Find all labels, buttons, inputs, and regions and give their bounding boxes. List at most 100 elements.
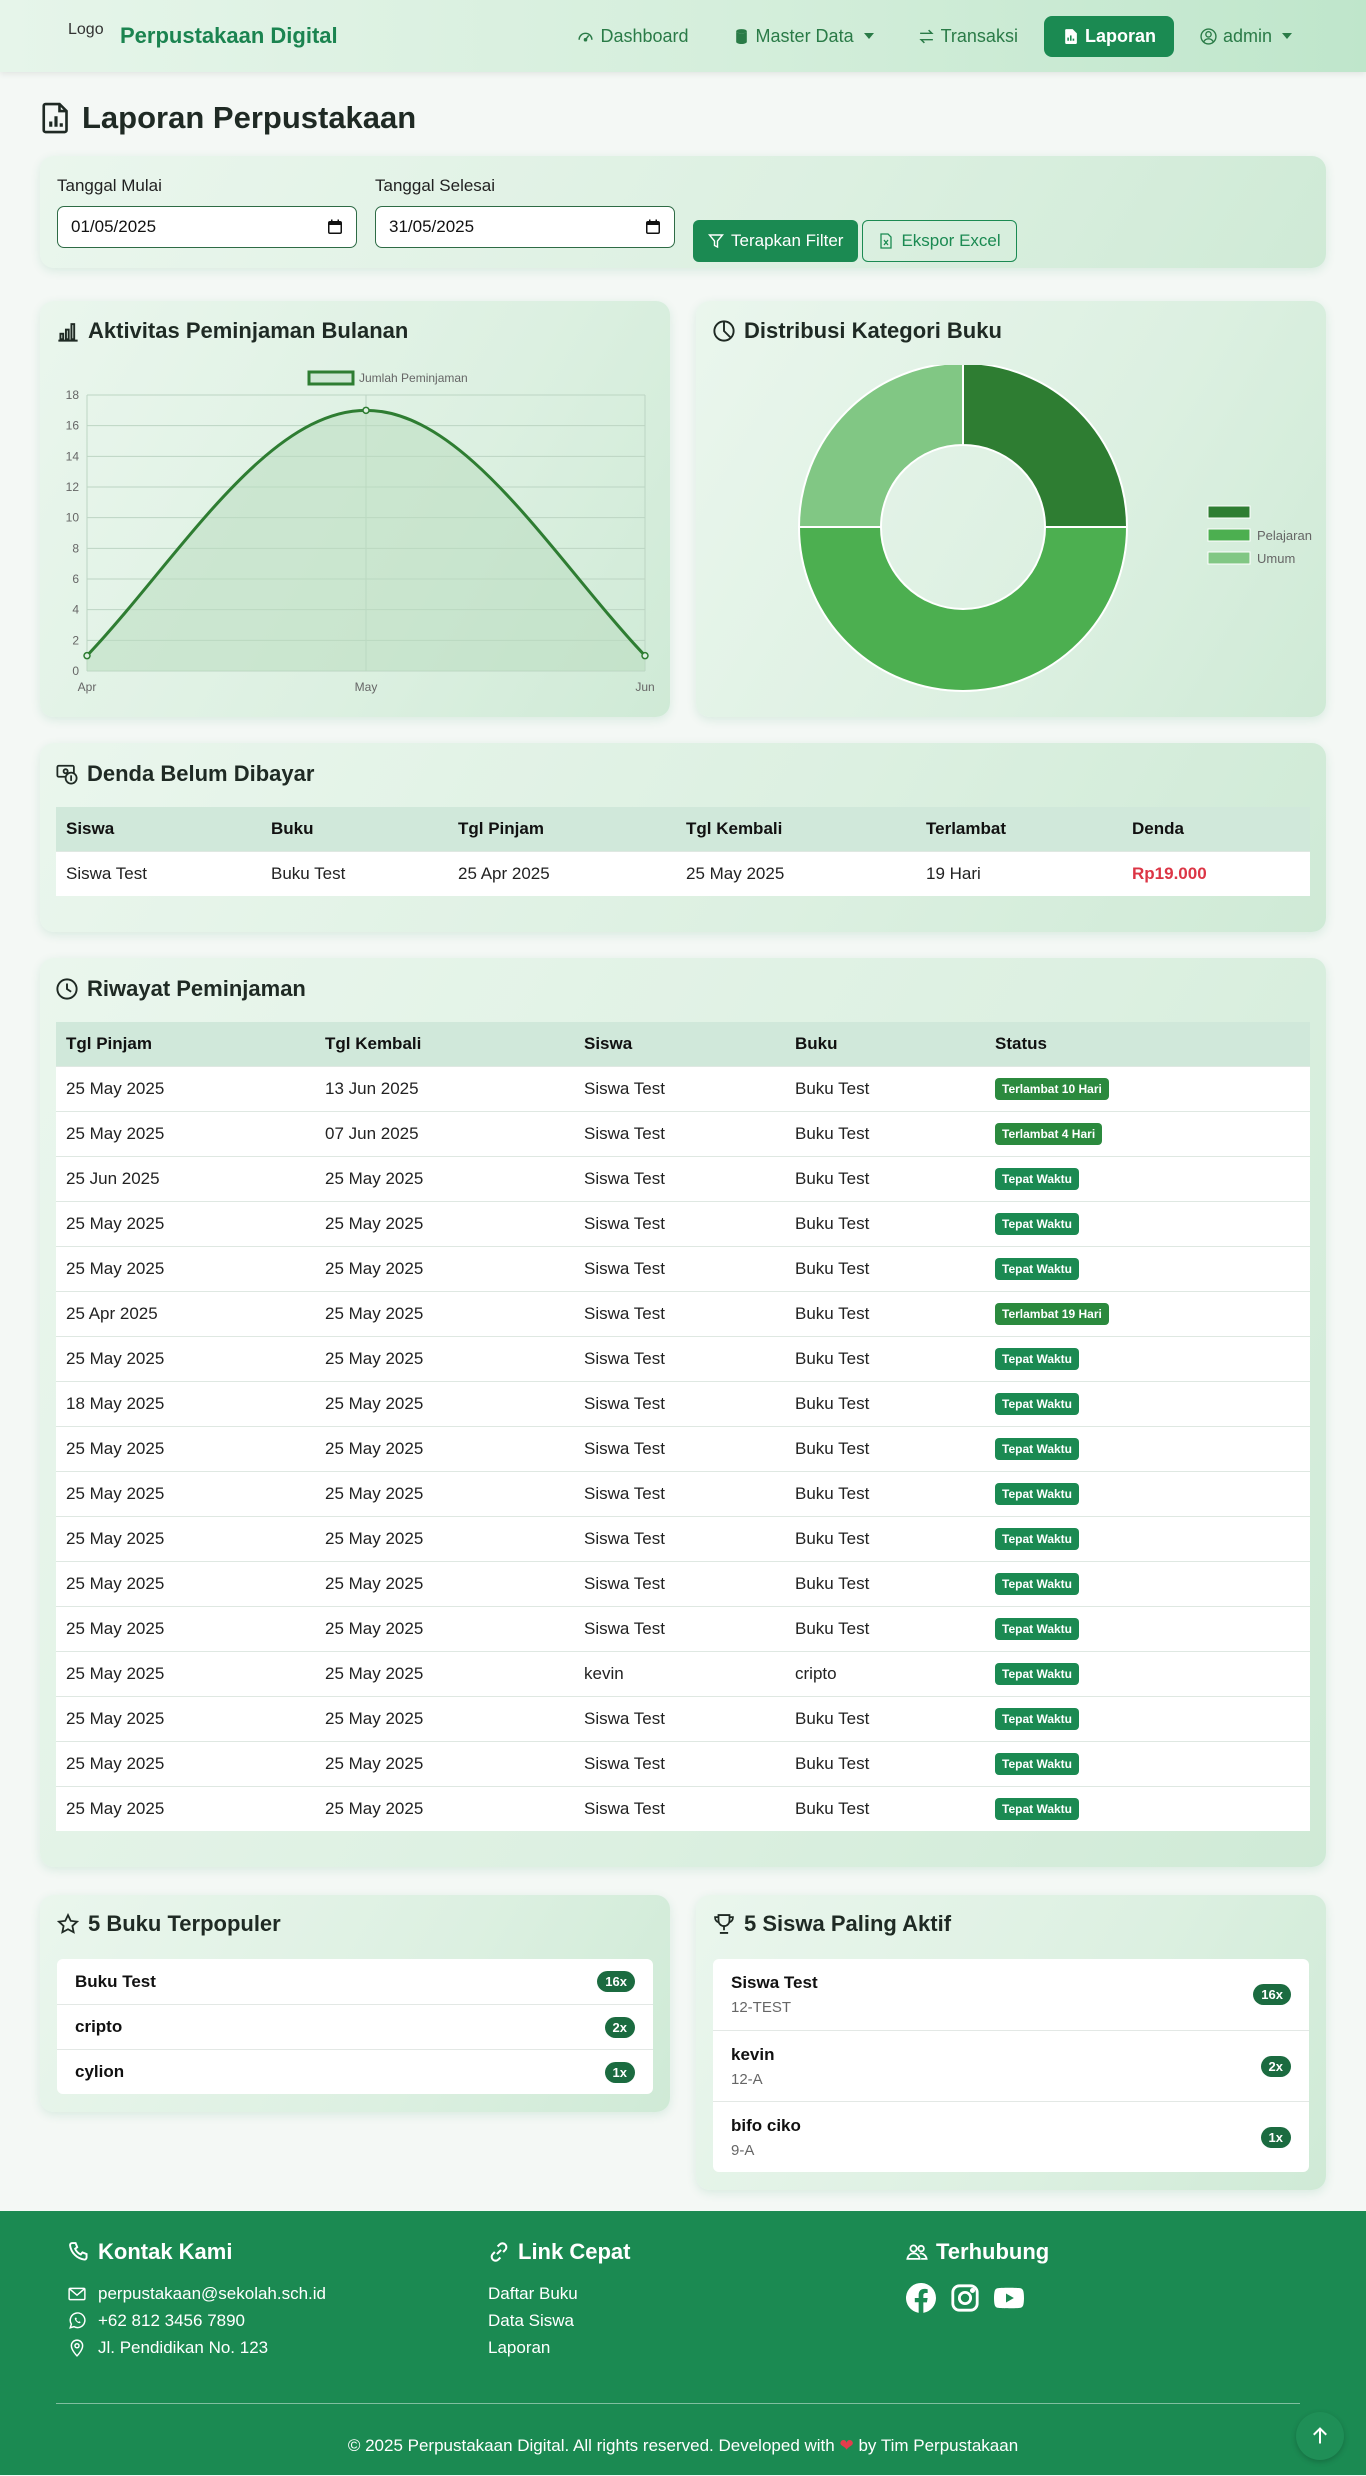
trophy-icon <box>714 1914 734 1934</box>
start-date-input[interactable]: 01/05/2025 <box>57 206 357 248</box>
table-row: 25 May 2025 25 May 2025 Siswa Test Buku Tes… <box>56 1560 1310 1606</box>
fine-loan-date: 25 Apr 2025 <box>448 850 676 896</box>
loan-activity-header: Aktivitas Peminjaman Bulanan <box>57 318 653 344</box>
y-tick-label: 6 <box>72 572 79 586</box>
history-table-body: 25 May 2025 13 Jun 2025 Siswa Test Buku Tes… <box>56 1065 1310 1831</box>
fines-table: Siswa Buku Tgl Pinjam Tgl Kembali Terlam… <box>56 807 1310 896</box>
nav-laporan[interactable]: Laporan <box>1043 15 1174 57</box>
status-badge: Tepat Waktu <box>995 1392 1080 1415</box>
end-date-input[interactable]: 31/05/2025 <box>375 206 675 248</box>
calendar-icon[interactable] <box>327 219 343 235</box>
history-loan-date: 25 May 2025 <box>56 1740 315 1786</box>
heart-icon: ❤ <box>839 2436 854 2455</box>
footer-phone[interactable]: +62 812 3456 7890 <box>98 2311 245 2331</box>
footer-social-title: Terhubung <box>936 2239 1050 2264</box>
history-student: Siswa Test <box>574 1110 785 1156</box>
loan-history-card: Riwayat Peminjaman Tgl Pinjam Tgl Kembal… <box>40 958 1326 1867</box>
pie-slice <box>797 365 964 528</box>
table-row: 25 May 2025 25 May 2025 Siswa Test Buku Tes… <box>56 1695 1310 1741</box>
pie-slice <box>797 526 1129 692</box>
history-status: Tepat Waktu <box>985 1245 1310 1291</box>
history-loan-date: 25 May 2025 <box>56 1110 315 1156</box>
unpaid-fines-title: Denda Belum Dibayar <box>87 761 315 786</box>
history-book: Buku Test <box>785 1110 985 1156</box>
popular-books-list: Buku Test 16x cripto 2x cylion 1x <box>57 1959 653 2094</box>
legend-swatch <box>307 370 355 386</box>
y-tick-label: 0 <box>72 664 79 678</box>
active-students-card: 5 Siswa Paling Aktif Siswa Test 12-TEST … <box>696 1895 1326 2190</box>
history-book: Buku Test <box>785 1065 985 1111</box>
status-badge: Tepat Waktu <box>995 1347 1080 1370</box>
history-return-date: 25 May 2025 <box>315 1785 574 1831</box>
history-status: Terlambat 19 Hari <box>985 1290 1310 1336</box>
calendar-icon[interactable] <box>645 219 661 235</box>
y-tick-label: 18 <box>66 388 80 402</box>
copyright-text: © 2025 Perpustakaan Digital. All rights … <box>347 2436 835 2455</box>
data-point <box>362 406 370 415</box>
cash-coin-icon <box>56 764 78 785</box>
facebook-icon[interactable] <box>906 2283 936 2313</box>
area-fill <box>87 410 645 671</box>
clock-history-icon <box>56 978 78 1000</box>
history-status: Tepat Waktu <box>985 1425 1310 1471</box>
data-point <box>83 651 91 660</box>
brand[interactable]: Logo Perpustakaan Digital <box>68 21 338 49</box>
unpaid-fines-header: Denda Belum Dibayar <box>56 761 1310 787</box>
y-tick-label: 4 <box>72 603 79 617</box>
table-row: 25 May 2025 25 May 2025 Siswa Test Buku Tes… <box>56 1740 1310 1786</box>
history-student: Siswa Test <box>574 1515 785 1561</box>
link-icon <box>490 2242 508 2262</box>
social-links <box>906 2283 1049 2313</box>
history-status: Tepat Waktu <box>985 1200 1310 1246</box>
bar-chart-icon <box>58 323 78 342</box>
nav-dashboard[interactable]: Dashboard <box>559 16 706 57</box>
history-loan-date: 18 May 2025 <box>56 1380 315 1426</box>
fine-student: Siswa Test <box>56 850 261 896</box>
col-siswa: Siswa <box>56 807 261 851</box>
category-distribution-card: Distribusi Kategori Buku Pelajaran Umum <box>696 301 1326 717</box>
legend-swatch <box>1207 551 1251 565</box>
count-badge: 2x <box>1260 2055 1291 2077</box>
nav-dashboard-label: Dashboard <box>600 25 689 46</box>
y-tick-label: 2 <box>72 633 79 647</box>
filter-actions: Terapkan Filter Ekspor Excel <box>693 220 1017 262</box>
back-to-top-button[interactable] <box>1296 2412 1344 2460</box>
main-container: Laporan Perpustakaan Tanggal Mulai 01/05… <box>0 100 1366 2190</box>
nav-master-data[interactable]: Master Data <box>715 16 892 57</box>
col-denda: Denda <box>1122 807 1310 851</box>
history-status: Tepat Waktu <box>985 1380 1310 1426</box>
col-siswa: Siswa <box>574 1022 785 1066</box>
history-student: Siswa Test <box>574 1245 785 1291</box>
apply-filter-button[interactable]: Terapkan Filter <box>693 220 859 262</box>
user-menu[interactable]: admin <box>1182 16 1310 57</box>
history-book: Buku Test <box>785 1200 985 1246</box>
footer-email[interactable]: perpustakaan@sekolah.sch.id <box>98 2284 326 2304</box>
page-title: Laporan Perpustakaan <box>82 100 417 135</box>
table-row: 25 May 2025 25 May 2025 Siswa Test Buku Tes… <box>56 1515 1310 1561</box>
student-name: bifo ciko <box>731 2115 801 2135</box>
youtube-icon[interactable] <box>994 2283 1024 2313</box>
history-loan-date: 25 May 2025 <box>56 1335 315 1381</box>
filter-card: Tanggal Mulai 01/05/2025 Tanggal Selesai… <box>40 156 1326 268</box>
fine-late-days: 19 Hari <box>916 850 1122 896</box>
history-book: Buku Test <box>785 1335 985 1381</box>
table-row: 25 May 2025 25 May 2025 Siswa Test Buku Tes… <box>56 1425 1310 1471</box>
history-student: Siswa Test <box>574 1380 785 1426</box>
export-excel-button[interactable]: Ekspor Excel <box>862 220 1017 262</box>
history-return-date: 25 May 2025 <box>315 1470 574 1516</box>
copyright-author: by Tim Perpustakaan <box>858 2436 1019 2455</box>
book-name: cripto <box>75 2017 123 2036</box>
history-loan-date: 25 May 2025 <box>56 1470 315 1516</box>
history-loan-date: 25 May 2025 <box>56 1200 315 1246</box>
instagram-icon[interactable] <box>950 2283 980 2313</box>
student-name: kevin <box>731 2044 775 2064</box>
nav-transaksi[interactable]: Transaksi <box>900 16 1036 57</box>
history-book: Buku Test <box>785 1695 985 1741</box>
status-badge: Tepat Waktu <box>995 1212 1080 1235</box>
footer-link-students[interactable]: Data Siswa <box>488 2310 906 2331</box>
table-row: 25 May 2025 25 May 2025 Siswa Test Buku Tes… <box>56 1335 1310 1381</box>
student-class: 12-A <box>731 2070 763 2088</box>
footer-link-reports[interactable]: Laporan <box>488 2337 906 2358</box>
history-return-date: 25 May 2025 <box>315 1695 574 1741</box>
footer-link-books[interactable]: Daftar Buku <box>488 2283 906 2304</box>
